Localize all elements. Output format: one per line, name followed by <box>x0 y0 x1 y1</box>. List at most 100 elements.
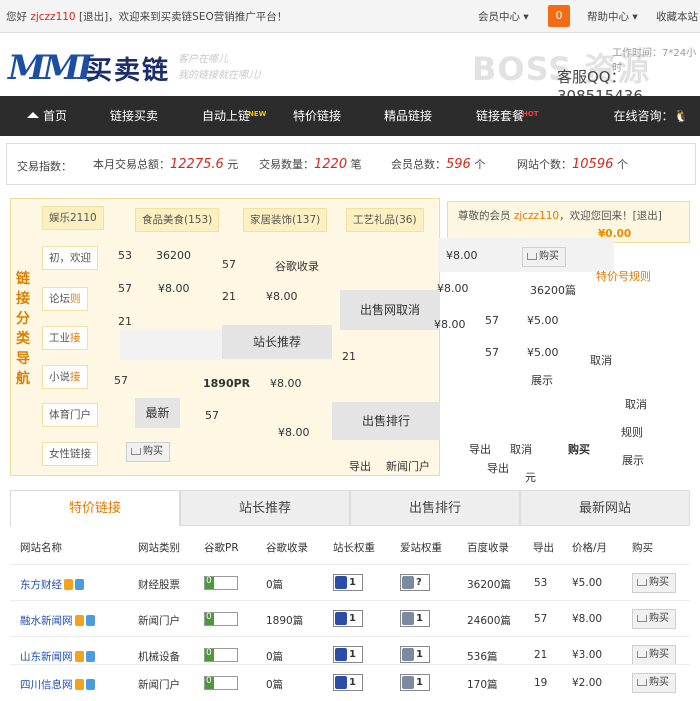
zz-weight: 1 <box>333 646 363 663</box>
category-item[interactable]: 初，欢迎 <box>42 246 98 270</box>
buy-button[interactable]: 购买 <box>632 673 676 693</box>
qq-penguin-icon: 🐧 <box>673 109 689 123</box>
help-center-link[interactable]: 帮助中心 ▾ <box>587 9 638 24</box>
nav-link-packages-label: 链接套餐 <box>475 109 524 123</box>
glitch-text: 21 <box>222 290 236 303</box>
logout-link[interactable]: [退出] <box>79 11 108 23</box>
nav-link-trade[interactable]: 链接买卖 <box>104 96 164 136</box>
tab-special-links[interactable]: 特价链接 <box>10 490 180 526</box>
site-name: 融水新闻网 <box>20 615 73 627</box>
glitch-text: 导出 <box>469 443 491 456</box>
outbound-links: 21 <box>534 649 548 661</box>
pagerank-bar: 0 <box>204 676 238 690</box>
glitch-text: 57 <box>485 314 499 327</box>
buy-button-label: 购买 <box>649 577 669 588</box>
site-name-link[interactable]: 山东新闻网 <box>20 649 95 664</box>
category-item[interactable]: 体育门户 <box>42 403 98 427</box>
site-name-link[interactable]: 四川信息网 <box>20 677 95 692</box>
buy-button-label: 购买 <box>143 446 163 457</box>
google-index: 0篇 <box>266 579 284 591</box>
nav-auto-link[interactable]: 自动上链 NEW <box>196 96 266 136</box>
hot-badge: HOT <box>522 110 539 118</box>
category-item[interactable]: 小说接 <box>42 365 88 389</box>
slogan-line2: 我的链接就在哪儿! <box>178 70 263 81</box>
special-price-rules-link[interactable]: 特价号规则 <box>596 268 651 284</box>
category-item-suffix: 接 <box>70 332 81 344</box>
glitch-text: 36200 <box>156 249 191 262</box>
category-item[interactable]: 论坛则 <box>42 287 88 311</box>
tab-recommended[interactable]: 站长推荐 <box>180 490 350 526</box>
glitch-text: 购买 <box>568 443 590 456</box>
glitch-text: 57 <box>118 282 132 295</box>
account-username[interactable]: zjczz110 <box>514 210 559 222</box>
paw-icon <box>335 612 347 625</box>
tab-newest[interactable]: 最新网站 <box>520 490 690 526</box>
account-box: 尊敬的会员 zjczz110，欢迎您回来！[退出] ¥0.00 <box>447 201 690 243</box>
stat-count-label: 交易数量： <box>259 158 314 171</box>
table-header: 谷歌收录 <box>266 542 308 554</box>
glitch-text: ¥8.00 <box>434 318 466 331</box>
stat-monthly-unit: 元 <box>227 158 239 171</box>
top-bar: 您好 zjczz110 [退出]，欢迎来到买卖链SEO营销推广平台！ 会员中心 … <box>0 0 700 33</box>
paw-icon <box>402 612 414 625</box>
bookmark-link[interactable]: 收藏本站 <box>656 9 698 24</box>
glitch-text: ¥8.00 <box>278 426 310 439</box>
site-name: 四川信息网 <box>20 679 73 691</box>
online-consult[interactable]: 在线咨询：🐧 <box>608 96 694 136</box>
buy-button[interactable]: 购买 <box>522 247 566 267</box>
zz-weight-value: 1 <box>349 577 356 588</box>
category-item[interactable]: 食品美食(153) <box>135 208 220 232</box>
monthly-price: ¥3.00 <box>572 649 603 661</box>
stats-bar: 交易指数： 本月交易总额：12275.6 元 交易数量：1220 笔 会员总数：… <box>6 143 696 185</box>
buy-button[interactable]: 购买 <box>632 609 676 629</box>
zz-weight-value: 1 <box>349 613 356 624</box>
az-weight-value: ? <box>416 577 422 588</box>
category-item[interactable]: 女性链接 <box>42 442 98 466</box>
buy-button[interactable]: 购买 <box>632 645 676 665</box>
category-item[interactable]: 工业接 <box>42 326 88 350</box>
glitch-text: 展示 <box>622 454 644 467</box>
member-center-link[interactable]: 会员中心 ▾ <box>478 9 529 24</box>
stat-count: 交易数量：1220 笔 <box>259 156 362 172</box>
pagerank-value: 0 <box>206 648 212 658</box>
glitch-text: 57 <box>485 346 499 359</box>
nav-premium-links[interactable]: 精品链接 <box>378 96 438 136</box>
site-category: 财经股票 <box>138 579 180 591</box>
category-item-label: 工业 <box>49 332 70 344</box>
glitch-text: ¥8.00 <box>266 290 298 303</box>
glitch-text: 57 <box>114 374 128 387</box>
buy-button[interactable]: 购买 <box>632 573 676 593</box>
notification-badge[interactable]: 0 <box>548 5 570 27</box>
site-name-link[interactable]: 融水新闻网 <box>20 613 95 628</box>
cart-icon <box>637 615 647 622</box>
stat-sites-value: 10596 <box>572 157 614 172</box>
az-weight: 1 <box>400 646 430 663</box>
chevron-down-icon: ▾ <box>523 11 529 23</box>
category-item[interactable]: 家居装饰(137) <box>243 208 328 232</box>
az-weight: 1 <box>400 610 430 627</box>
welcome-text: ，欢迎来到买卖链SEO营销推广平台！ <box>108 11 288 23</box>
glitch-text: 取消 <box>625 398 647 411</box>
az-weight: 1 <box>400 674 430 691</box>
zz-weight-value: 1 <box>349 677 356 688</box>
category-item[interactable]: 娱乐2110 <box>42 206 104 230</box>
info-icon <box>75 579 84 590</box>
tab-sales-rank[interactable]: 出售排行 <box>350 490 520 526</box>
username-link[interactable]: zjczz110 <box>30 11 75 23</box>
glitch-text: 展示 <box>531 374 553 387</box>
glitch-text: ¥5.00 <box>527 314 559 327</box>
stat-monthly-value: 12275.6 <box>170 157 224 172</box>
site-name-link[interactable]: 东方财经 <box>20 577 84 592</box>
az-weight-value: 1 <box>416 613 423 624</box>
nav-special-links[interactable]: 特价链接 <box>287 96 347 136</box>
overlay-sales-rank: 出售排行 <box>332 402 440 440</box>
buy-button[interactable]: 购买 <box>126 442 170 462</box>
glitch-text: 取消 <box>590 354 612 367</box>
glitch-text: ¥8.00 <box>437 282 469 295</box>
baidu-index: 36200篇 <box>467 579 511 591</box>
paw-icon <box>402 676 414 689</box>
glitch-text: 谷歌收录 <box>275 260 319 273</box>
nav-link-packages[interactable]: 链接套餐 HOT <box>470 96 539 136</box>
category-item[interactable]: 工艺礼品(36) <box>346 208 424 232</box>
nav-home[interactable]: 首页 <box>22 96 72 136</box>
